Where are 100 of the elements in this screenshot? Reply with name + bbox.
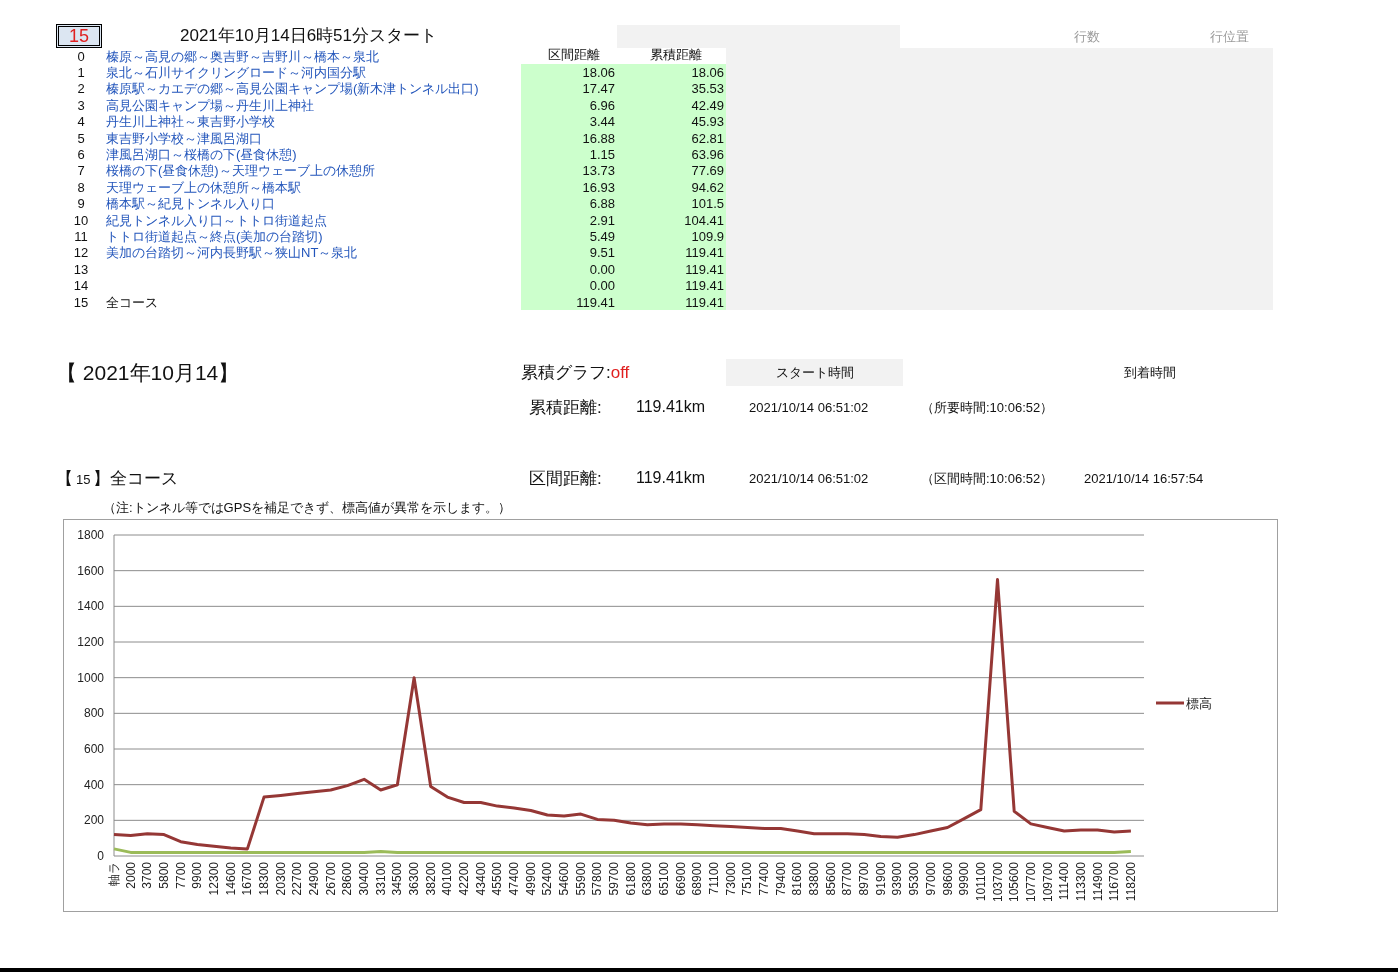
table-cell: 18.06	[521, 64, 625, 81]
axis-tick-label: 600	[83, 742, 104, 757]
duration: （所要時間:10:06:52）	[921, 398, 1055, 417]
axis-tick-label: 34500	[390, 862, 405, 896]
axis-tick-label: 71100	[707, 862, 722, 895]
axis-tick-label: 40100	[440, 862, 455, 896]
axis-tick-label: 1000	[77, 670, 104, 685]
graph-mode-value[interactable]: off	[610, 363, 630, 382]
row-number: 2	[76, 82, 86, 96]
row-number: 14	[72, 279, 90, 293]
axis-tick-label: 1600	[77, 563, 104, 578]
axis-tick-label: 77400	[757, 862, 772, 896]
row-number: 15	[72, 295, 90, 309]
axis-tick-label: 38200	[423, 862, 438, 896]
course-link[interactable]: 美加の台踏切～河内長野駅～狭山NT～泉北	[106, 245, 358, 261]
course-link[interactable]: 東吉野小学校～津風呂湖口	[106, 130, 262, 146]
axis-tick-label: 116700	[1107, 862, 1122, 902]
row-number: 0	[76, 49, 86, 63]
axis-tick-label: 42200	[457, 862, 472, 896]
row-number: 5	[76, 131, 86, 145]
column-header: 行数	[1074, 27, 1100, 46]
axis-tick-label: 1800	[77, 528, 104, 543]
axis-tick-label: 3700	[140, 862, 155, 889]
axis-tick-label: 18300	[257, 862, 272, 896]
axis-tick-label: 2000	[123, 862, 138, 889]
axis-tick-label: 101100	[973, 862, 988, 902]
course-link[interactable]: トトロ街道起点～終点(美加の台踏切)	[106, 229, 323, 244]
table-cell: 94.62	[625, 179, 726, 196]
course-link[interactable]: 榛原～高見の郷～奥吉野～吉野川～橋本～泉北	[106, 48, 379, 64]
axis-tick-label: 103700	[990, 862, 1005, 903]
row-number: 7	[76, 164, 86, 178]
table-cell: 1.15	[521, 146, 625, 163]
axis-tick-label: 800	[83, 706, 104, 721]
column-header: 行位置	[1210, 27, 1249, 46]
course-name: 全コース	[106, 294, 158, 310]
axis-tick-label: 0	[97, 849, 104, 864]
axis-tick-label: 89700	[857, 862, 872, 896]
row-number: 1	[76, 66, 86, 80]
course-link[interactable]: 高見公園キャンプ場～丹生川上神社	[106, 97, 314, 113]
axis-tick-label: 7700	[173, 862, 188, 889]
axis-tick-label: 47400	[507, 862, 522, 896]
axis-tick-label: 75100	[740, 862, 755, 896]
axis-tick-label: 52400	[540, 862, 555, 896]
course-link[interactable]: 紀見トンネル入り口～トトロ街道起点	[106, 212, 327, 228]
row-number: 10	[72, 213, 90, 227]
axis-tick-label: 59700	[607, 862, 622, 896]
axis-tick-label: 81600	[790, 862, 805, 896]
axis-tick-label: 200	[83, 813, 104, 828]
axis-tick-label: 97000	[923, 862, 938, 896]
distance-value: 119.41km	[636, 468, 707, 489]
note: （注:トンネル等ではGPSを補足できず、標高値が異常を示します。）	[103, 498, 512, 517]
axis-tick-label: 109700	[1040, 862, 1055, 903]
table-cell: 42.49	[625, 97, 726, 114]
axis-tick-label: 85600	[823, 862, 838, 896]
legend-swatch	[1156, 701, 1184, 705]
axis-tick-label: 14600	[223, 862, 238, 896]
course-link[interactable]: 天理ウェーブ上の休憩所～橋本駅	[106, 179, 301, 195]
axis-tick-label: 61800	[623, 862, 638, 896]
row-number: 8	[76, 180, 86, 194]
course-link[interactable]: 丹生川上神社～東吉野小学校	[106, 114, 275, 130]
axis-tick-label: 12300	[207, 862, 221, 896]
axis-tick-label: 30400	[357, 862, 372, 896]
table-cell: 6.96	[521, 97, 625, 114]
axis-tick-label: 57800	[590, 862, 605, 896]
course-link[interactable]: 榛原駅～カエデの郷～高見公園キャンプ場(新木津トンネル出口)	[106, 81, 479, 97]
course-link[interactable]: 津風呂湖口～桜橋の下(昼食休憩)	[106, 147, 297, 163]
axis-tick-label: 107700	[1023, 862, 1038, 903]
course-link[interactable]: 桜橋の下(昼食休憩)～天理ウェーブ上の休憩所	[106, 163, 375, 179]
table-cell: 63.96	[625, 146, 726, 163]
table-cell: 119.41	[625, 277, 726, 294]
axis-tick-label: 87700	[840, 862, 855, 896]
row-number: 11	[73, 230, 89, 243]
axis-tick-label: 93900	[890, 862, 905, 896]
course-link[interactable]: 橋本駅～紀見トンネル入り口	[106, 196, 275, 212]
table-cell: 0.00	[521, 277, 625, 294]
axis-tick-label: 36300	[407, 862, 422, 896]
axis-tick-label: 22700	[290, 862, 305, 896]
axis-tick-label: 28600	[340, 862, 355, 896]
axis-tick-label: 400	[83, 777, 104, 792]
axis-tick-label: 105600	[1007, 862, 1022, 903]
course-link[interactable]: 泉北～石川サイクリングロード～河内国分駅	[106, 65, 366, 81]
axis-tick-label: 54600	[557, 862, 572, 896]
duration: （区間時間:10:06:52）	[921, 469, 1055, 488]
axis-tick-label: 68900	[690, 862, 705, 896]
axis-tick-label: 83800	[807, 862, 822, 896]
axis-tick-label: 33100	[373, 862, 388, 896]
distance-value: 119.41km	[636, 397, 707, 418]
table-cell: 109.9	[625, 228, 726, 245]
row-number: 12	[72, 246, 90, 260]
axis-tick-label: 55900	[573, 862, 588, 896]
table-cell: 119.41	[625, 261, 726, 278]
axis-tick-label: 99900	[957, 862, 972, 896]
axis-tick-label: 1400	[77, 599, 104, 614]
axis-tick-label: 45500	[490, 862, 505, 896]
graph-mode-label: 累積グラフ:	[521, 363, 611, 382]
axis-tick-label: 49900	[523, 862, 538, 896]
axis-tick-label: 113300	[1073, 862, 1088, 902]
axis-tick-label: 79400	[773, 862, 788, 896]
column-header: 到着時間	[1123, 364, 1177, 382]
table-cell: 16.93	[521, 179, 625, 196]
